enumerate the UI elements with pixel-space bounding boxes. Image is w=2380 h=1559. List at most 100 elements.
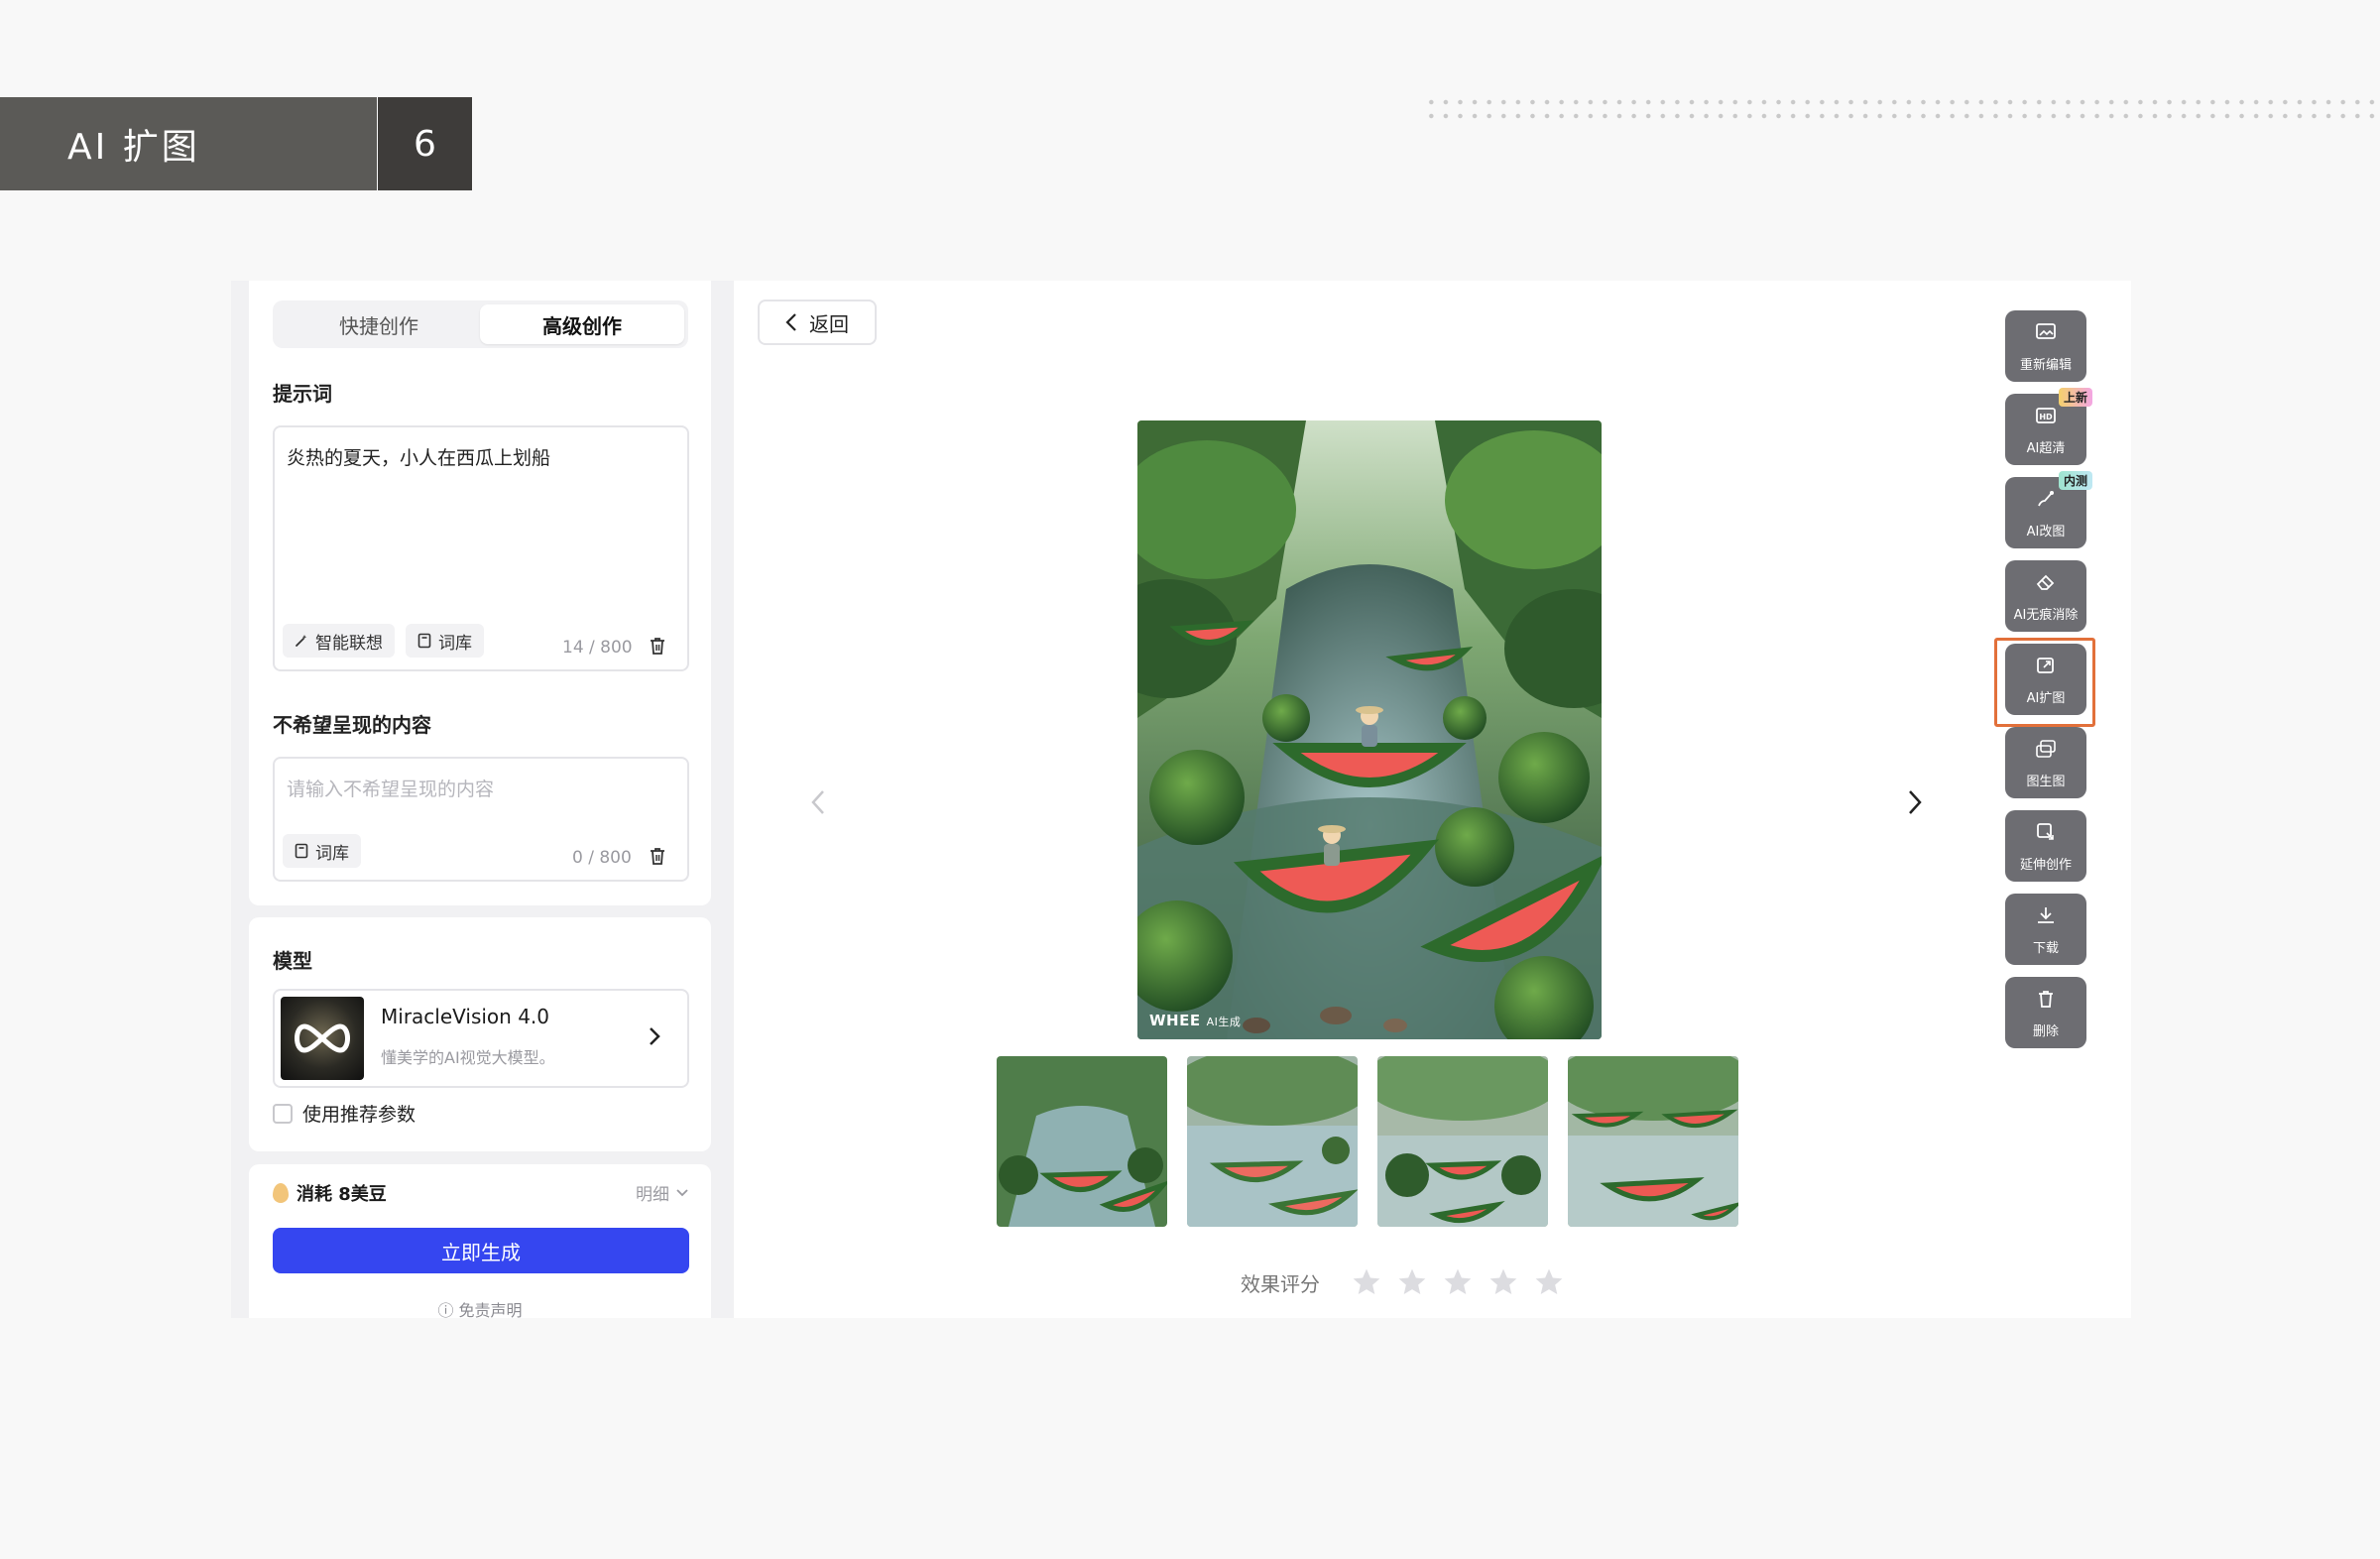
watermark-tag: AI生成 [1206, 1016, 1242, 1028]
image-to-image-label: 图生图 [2026, 775, 2066, 789]
back-label: 返回 [809, 311, 849, 336]
star-icon[interactable] [1487, 1266, 1520, 1298]
thumbnail-2[interactable] [1187, 1056, 1358, 1227]
ai-modify-button[interactable]: 内测 AI改图 [2005, 471, 2092, 548]
chevron-down-icon [676, 1188, 688, 1196]
book-icon [417, 633, 431, 649]
download-button[interactable]: 下载 [2005, 894, 2086, 965]
recommended-params-label: 使用推荐参数 [302, 1104, 416, 1126]
ai-upscale-button[interactable]: 上新 HD AI超清 [2005, 388, 2092, 465]
generate-button[interactable]: 立即生成 [273, 1228, 689, 1273]
creation-mode-tabs: 快捷创作 高级创作 [273, 300, 688, 348]
bean-icon [273, 1183, 289, 1203]
cost-detail-toggle[interactable]: 明细 [636, 1180, 689, 1205]
infinity-logo-icon [295, 1023, 350, 1053]
negative-prompt-placeholder: 请输入不希望呈现的内容 [287, 779, 495, 800]
decorative-dot-pattern [1424, 95, 2380, 119]
active-tool-highlight [1994, 638, 2095, 727]
model-logo [281, 997, 364, 1080]
extend-create-button[interactable]: 延伸创作 [2005, 810, 2086, 882]
star-icon[interactable] [1395, 1266, 1429, 1298]
clear-prompt-icon[interactable] [649, 636, 666, 656]
ai-modify-label: AI改图 [2026, 525, 2066, 540]
smart-association-label: 智能联想 [315, 633, 383, 654]
thumbnail-image [997, 1056, 1167, 1227]
prompt-text: 炎热的夏天，小人在西瓜上划船 [287, 447, 551, 469]
thumbnail-image [1377, 1056, 1548, 1227]
star-icon[interactable] [1532, 1266, 1566, 1298]
disclaimer-link[interactable]: ⓘ 免责声明 [249, 1297, 711, 1318]
slide-number: 6 [378, 97, 472, 190]
generate-card: 消耗 8美豆 明细 立即生成 ⓘ 免责声明 [249, 1164, 711, 1318]
extend-create-label: 延伸创作 [2019, 858, 2072, 873]
cost-detail-label: 明细 [636, 1185, 669, 1205]
image-to-image-button[interactable]: 图生图 [2005, 727, 2086, 798]
app-window: 快捷创作 高级创作 提示词 炎热的夏天，小人在西瓜上划船 智能联想 词库 14 … [231, 281, 2131, 1318]
model-selector[interactable]: MiracleVision 4.0 懂美学的AI视觉大模型。 [273, 989, 689, 1088]
reedit-label: 重新编辑 [2019, 358, 2072, 373]
thumbnail-1[interactable] [997, 1056, 1167, 1227]
ai-erase-label: AI无痕消除 [2013, 608, 2079, 623]
image-to-image-icon [2036, 740, 2056, 758]
negative-prompt-textarea[interactable]: 请输入不希望呈现的内容 词库 0 / 800 [273, 757, 689, 882]
thumbnail-4[interactable] [1568, 1056, 1738, 1227]
model-card: 模型 MiracleVision 4.0 懂美学的AI视觉大模型。 使用推荐参数 [249, 917, 711, 1151]
model-label: 模型 [273, 949, 312, 973]
ai-upscale-label: AI超清 [2026, 441, 2066, 456]
star-icon[interactable] [1350, 1266, 1383, 1298]
clear-negative-icon[interactable] [649, 846, 666, 866]
use-recommended-params[interactable]: 使用推荐参数 [273, 1100, 416, 1127]
trash-icon [2039, 991, 2053, 1008]
eraser-icon [2036, 574, 2055, 590]
delete-button[interactable]: 删除 [2005, 977, 2086, 1048]
back-button[interactable]: 返回 [758, 300, 877, 345]
model-description: 懂美学的AI视觉大模型。 [381, 1048, 555, 1067]
negative-lexicon-label: 词库 [315, 843, 349, 864]
disclaimer-label: 免责声明 [458, 1301, 523, 1318]
info-icon: ⓘ [437, 1301, 459, 1318]
next-image-arrow[interactable] [1907, 788, 1923, 816]
cost-text: 消耗 8美豆 [297, 1184, 387, 1205]
tab-advanced-create[interactable]: 高级创作 [480, 304, 684, 344]
recommended-params-checkbox[interactable] [273, 1103, 293, 1124]
hd-icon: HD [2036, 408, 2056, 423]
thumbnail-image [1568, 1056, 1738, 1227]
negative-lexicon-button[interactable]: 词库 [283, 834, 361, 868]
watermelon-boat-illustration [1137, 420, 1602, 1039]
svg-text:HD: HD [2039, 413, 2053, 421]
star-icon[interactable] [1441, 1266, 1475, 1298]
thumbnail-3[interactable] [1377, 1056, 1548, 1227]
rating-row: 效果评分 [1241, 1266, 1566, 1298]
new-badge: 上新 [2058, 388, 2092, 407]
negative-prompt-label: 不希望呈现的内容 [273, 713, 431, 737]
thumbnail-image [1187, 1056, 1358, 1227]
download-icon [2038, 907, 2054, 923]
brush-icon [2038, 491, 2054, 507]
prompt-card: 快捷创作 高级创作 提示词 炎热的夏天，小人在西瓜上划船 智能联想 词库 14 … [249, 281, 711, 905]
cost-row: 消耗 8美豆 明细 [273, 1180, 689, 1206]
extend-icon [2037, 823, 2054, 840]
chevron-right-icon [650, 1027, 660, 1045]
image-edit-icon [2036, 323, 2056, 339]
whee-watermark: WHEE AI生成 [1149, 1012, 1241, 1029]
rating-label: 效果评分 [1241, 1271, 1320, 1296]
prompt-lexicon-label: 词库 [438, 633, 472, 654]
prompt-textarea[interactable]: 炎热的夏天，小人在西瓜上划船 智能联想 词库 14 / 800 [273, 425, 689, 671]
prompt-char-counter: 14 / 800 [562, 638, 633, 658]
left-panel: 快捷创作 高级创作 提示词 炎热的夏天，小人在西瓜上划船 智能联想 词库 14 … [231, 281, 734, 1318]
reedit-button[interactable]: 重新编辑 [2005, 310, 2086, 382]
book-icon [295, 843, 308, 859]
prompt-label: 提示词 [273, 382, 332, 406]
ai-erase-button[interactable]: AI无痕消除 [2005, 560, 2086, 632]
delete-label: 删除 [2032, 1024, 2059, 1039]
generated-image[interactable]: WHEE AI生成 [1137, 420, 1602, 1039]
smart-association-button[interactable]: 智能联想 [283, 624, 395, 658]
beta-badge: 内测 [2058, 471, 2092, 490]
tab-quick-create[interactable]: 快捷创作 [277, 304, 481, 344]
prompt-lexicon-button[interactable]: 词库 [406, 624, 484, 658]
prev-image-arrow[interactable] [810, 788, 826, 816]
thumbnail-strip [997, 1056, 1742, 1227]
model-name: MiracleVision 4.0 [381, 1005, 549, 1028]
slide-title: AI 扩图 [0, 97, 377, 190]
watermark-brand: WHEE [1149, 1012, 1201, 1029]
